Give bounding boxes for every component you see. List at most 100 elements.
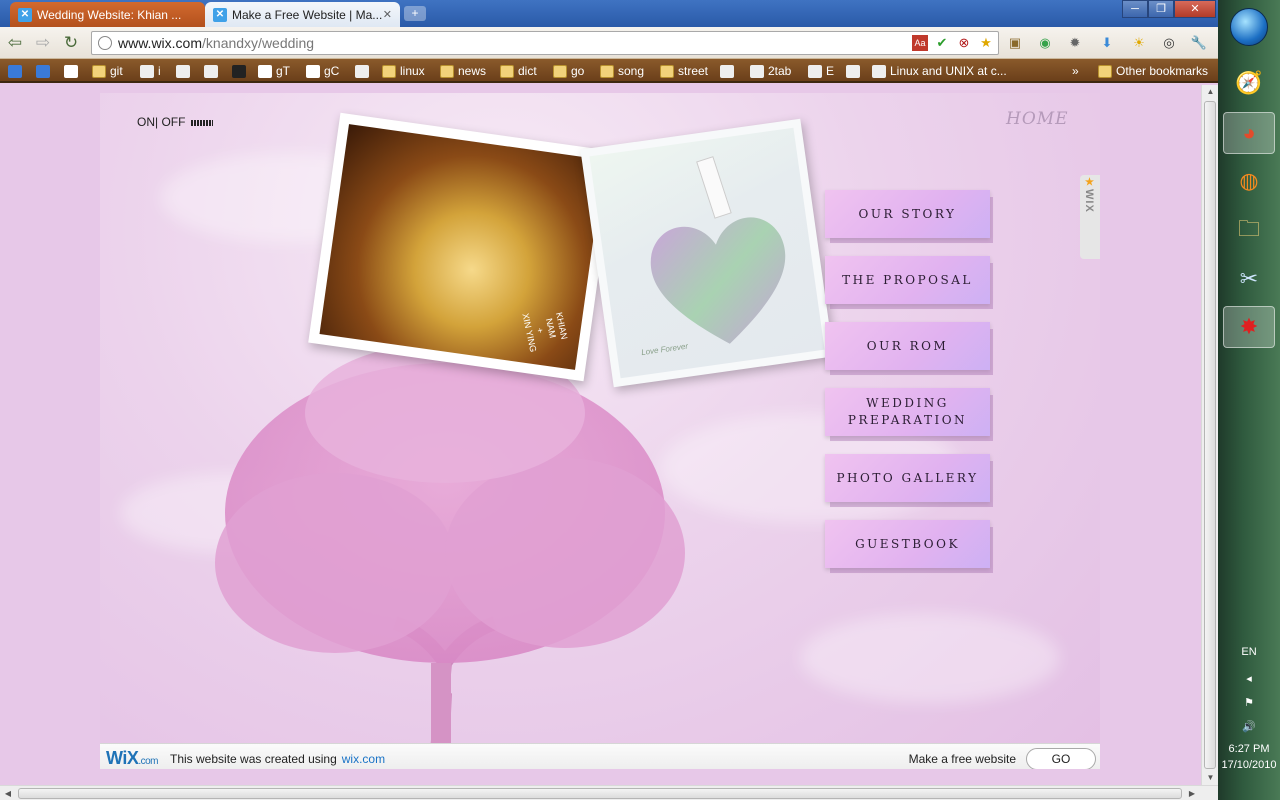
- box-extension-icon[interactable]: ▣: [1006, 34, 1024, 52]
- bookmark-item[interactable]: news: [440, 63, 486, 79]
- bookmark-item[interactable]: song: [600, 63, 644, 79]
- wrench-icon[interactable]: 🔧: [1190, 34, 1208, 52]
- rings-photo[interactable]: KHIAN NAM + XIN YING: [308, 112, 616, 382]
- tray-volume-icon[interactable]: 🔊: [1218, 720, 1280, 733]
- explorer-folder-icon[interactable]: 🗀: [1223, 210, 1275, 252]
- bookmarks-bar: git i gT gC linux news dict go song street 2tab E Li…: [0, 59, 1218, 83]
- bookmark-item[interactable]: E: [808, 63, 834, 79]
- block-icon[interactable]: ⊗: [956, 35, 972, 51]
- folder-icon: [382, 64, 396, 78]
- tab-make-free-website[interactable]: ✕ Make a Free Website | Ma... ✕: [205, 2, 400, 27]
- menu-the-proposal[interactable]: THE PROPOSAL: [825, 256, 990, 304]
- home-link[interactable]: HOME: [1006, 109, 1069, 129]
- bookmark-item[interactable]: [355, 63, 373, 79]
- music-toggle[interactable]: ON| OFF: [137, 115, 214, 129]
- check-icon[interactable]: ✔: [934, 35, 950, 51]
- other-bookmarks[interactable]: Other bookmarks: [1098, 63, 1208, 79]
- heart-photo[interactable]: Love Forever: [580, 118, 834, 388]
- vertical-scrollbar[interactable]: ▲ ▼: [1201, 85, 1218, 785]
- paint-splash-icon[interactable]: ✸: [1223, 306, 1275, 348]
- menu-label: OUR STORY: [858, 206, 957, 221]
- menu-our-story[interactable]: OUR STORY: [825, 190, 990, 238]
- bookmark-item[interactable]: linux: [382, 63, 425, 79]
- page-viewport: ON| OFF HOME KHIAN NAM + XIN YING Love F…: [0, 85, 1201, 785]
- page-icon: [204, 64, 218, 78]
- tab-close-icon[interactable]: ✕: [383, 8, 392, 21]
- compass-icon[interactable]: 🧭: [1223, 62, 1275, 104]
- clothespin-icon: [696, 156, 732, 219]
- bookmark-item[interactable]: 2tab: [750, 63, 791, 79]
- firefox-icon[interactable]: ◍: [1223, 160, 1275, 202]
- new-tab-button[interactable]: +: [404, 6, 426, 21]
- scroll-thumb[interactable]: [1204, 101, 1216, 769]
- bookmark-label: Linux and UNIX at c...: [890, 64, 1007, 78]
- gear-extension-icon[interactable]: ✹: [1066, 34, 1084, 52]
- scroll-up-icon[interactable]: ▲: [1202, 85, 1219, 99]
- bookmark-label: dict: [518, 64, 537, 78]
- maximize-button[interactable]: ❐: [1148, 0, 1174, 18]
- clock-date[interactable]: 17/10/2010: [1218, 759, 1280, 771]
- adobe-icon[interactable]: Aa: [912, 35, 928, 51]
- make-free-website-text: Make a free website: [908, 751, 1016, 766]
- scroll-down-icon[interactable]: ▼: [1202, 771, 1219, 785]
- bookmark-item[interactable]: [204, 63, 222, 79]
- bookmark-item[interactable]: gT: [258, 63, 290, 79]
- bookmark-label: 2tab: [768, 64, 792, 78]
- bookmark-item[interactable]: [846, 63, 864, 79]
- scroll-left-icon[interactable]: ◀: [0, 786, 16, 800]
- star-icon[interactable]: ★: [978, 35, 994, 51]
- wix-side-tab[interactable]: ★ WIX: [1080, 175, 1100, 259]
- clock-time[interactable]: 6:27 PM: [1218, 743, 1280, 755]
- language-indicator[interactable]: EN: [1218, 646, 1280, 658]
- go-button[interactable]: GO: [1026, 747, 1096, 769]
- rings-photo-image: KHIAN NAM + XIN YING: [319, 124, 605, 370]
- menu-guestbook[interactable]: GUESTBOOK: [825, 520, 990, 568]
- bookmark-item[interactable]: street: [660, 63, 708, 79]
- minimize-button[interactable]: ─: [1122, 0, 1148, 18]
- bookmark-item[interactable]: [720, 63, 738, 79]
- tray-expand-icon[interactable]: ◂: [1218, 672, 1280, 685]
- bookmark-item[interactable]: Linux and UNIX at c...: [872, 63, 1007, 79]
- address-bar[interactable]: www.wix.com/knandxy/wedding Aa ✔ ⊗ ★: [91, 31, 999, 55]
- page-icon: [808, 64, 822, 78]
- bookmark-item[interactable]: [8, 63, 26, 79]
- menu-photo-gallery[interactable]: PHOTO GALLERY: [825, 454, 990, 502]
- menu-wedding-preparation[interactable]: WEDDING PREPARATION: [825, 388, 990, 436]
- wedding-site: ON| OFF HOME KHIAN NAM + XIN YING Love F…: [100, 93, 1100, 769]
- tray-network-flag-icon[interactable]: ⚑: [1218, 696, 1280, 709]
- bookmark-item[interactable]: gC: [306, 63, 339, 79]
- bookmark-item[interactable]: [176, 63, 194, 79]
- bookmark-item[interactable]: go: [553, 63, 584, 79]
- sun-extension-icon[interactable]: ☀: [1130, 34, 1148, 52]
- close-window-button[interactable]: ✕: [1174, 0, 1216, 18]
- bookmark-item[interactable]: git: [92, 63, 123, 79]
- scroll-right-icon[interactable]: ▶: [1184, 786, 1200, 800]
- tab-wedding-website[interactable]: ✕ Wedding Website: Khian ...: [10, 2, 205, 27]
- created-with-text: This website was created using: [170, 751, 337, 766]
- wix-logo[interactable]: WiX.com: [106, 748, 159, 769]
- snipping-tool-icon[interactable]: ✂: [1223, 258, 1275, 300]
- bookmark-item[interactable]: [36, 63, 54, 79]
- back-button[interactable]: ⇦: [4, 33, 26, 53]
- download-extension-icon[interactable]: ⬇: [1098, 34, 1116, 52]
- menu-label: PHOTO GALLERY: [836, 470, 979, 485]
- bookmark-item[interactable]: [232, 63, 250, 79]
- bookmark-item[interactable]: dict: [500, 63, 537, 79]
- wix-link[interactable]: wix.com: [342, 752, 385, 766]
- chrome-icon[interactable]: ◕: [1223, 112, 1275, 154]
- tab-strip: ✕ Wedding Website: Khian ... ✕ Make a Fr…: [0, 0, 1218, 27]
- green-extension-icon[interactable]: ◉: [1036, 34, 1054, 52]
- scroll-thumb[interactable]: [18, 788, 1182, 799]
- bookmarks-overflow-icon[interactable]: »: [1072, 63, 1079, 79]
- forward-button[interactable]: ⇨: [32, 33, 54, 53]
- camera-extension-icon[interactable]: ◎: [1160, 34, 1178, 52]
- menu-label: OUR ROM: [866, 338, 949, 353]
- reload-button[interactable]: ↻: [60, 33, 82, 53]
- bookmark-item[interactable]: [64, 63, 82, 79]
- horizontal-scrollbar[interactable]: ◀ ▶: [0, 785, 1218, 800]
- menu-our-rom[interactable]: OUR ROM: [825, 322, 990, 370]
- folder-icon: [440, 64, 454, 78]
- bookmark-label: street: [678, 64, 709, 78]
- bookmark-item[interactable]: i: [140, 63, 161, 79]
- start-button[interactable]: [1230, 8, 1268, 46]
